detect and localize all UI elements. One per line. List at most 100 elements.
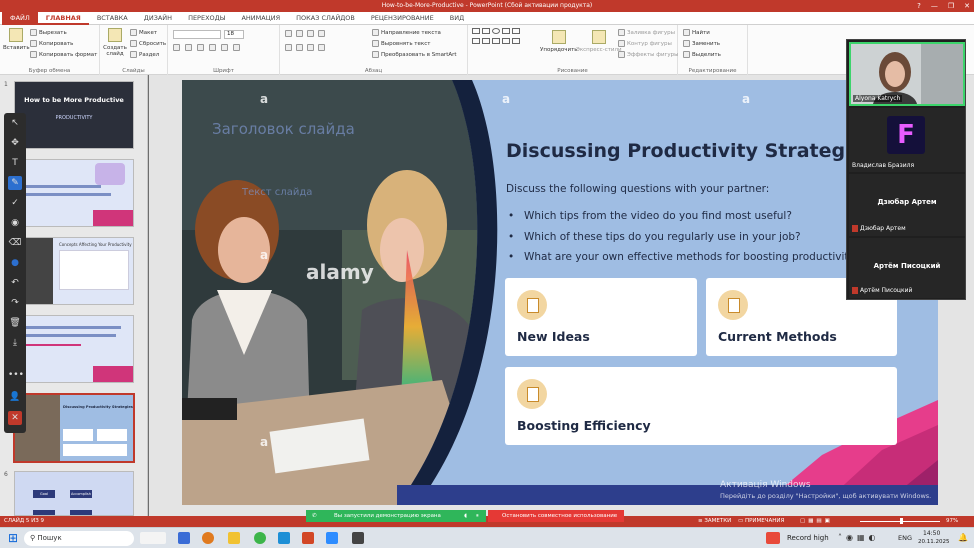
widget-icon[interactable]	[140, 532, 166, 544]
align-text-button[interactable]: Выровнять текст	[372, 40, 430, 47]
tab-home[interactable]: ГЛАВНАЯ	[37, 12, 89, 25]
paste-button[interactable]: Вставить	[3, 28, 30, 51]
chrome-icon[interactable]	[254, 532, 266, 544]
tab-slideshow[interactable]: ПОКАЗ СЛАЙДОВ	[288, 12, 363, 25]
pause-icon[interactable]: ⏸	[476, 510, 479, 522]
shape-star-icon[interactable]	[492, 38, 500, 44]
align-center-icon[interactable]	[296, 44, 303, 51]
font-family-select[interactable]	[173, 30, 221, 39]
close-annotation-icon[interactable]: ✕	[8, 411, 22, 425]
firefox-icon[interactable]	[202, 532, 214, 544]
slide-thumbnail-3[interactable]: Concepts Affecting Your Productivity	[14, 237, 134, 305]
font-color-icon[interactable]	[233, 44, 240, 51]
indent-icon[interactable]	[307, 30, 314, 37]
shape-effects-button[interactable]: Эффекты фигуры	[618, 51, 679, 58]
more-icon[interactable]: •••	[8, 368, 24, 382]
zoom-app-icon[interactable]	[326, 532, 338, 544]
participant-tile-active[interactable]: Alyona Katrych	[849, 42, 965, 106]
shape-more-icon[interactable]	[512, 38, 520, 44]
redo-icon[interactable]: ↷	[8, 296, 22, 310]
text-direction-button[interactable]: Направление текста	[372, 29, 441, 36]
download-icon[interactable]: ⤓	[8, 336, 22, 350]
strikethrough-icon[interactable]	[209, 44, 216, 51]
bold-icon[interactable]	[173, 44, 180, 51]
restore-icon[interactable]: ❐	[948, 0, 954, 12]
shape-triangle-icon[interactable]	[502, 28, 510, 34]
folder-icon[interactable]	[228, 532, 240, 544]
comments-button[interactable]: ▭ ПРИМЕЧАНИЯ	[738, 518, 784, 524]
layout-button[interactable]: Макет	[130, 29, 157, 36]
eraser-icon[interactable]: ⌫	[8, 236, 22, 250]
minimize-icon[interactable]: —	[931, 0, 938, 12]
slide-thumbnail-1[interactable]: How to be More Productive PRODUCTIVITY	[14, 81, 134, 149]
tab-design[interactable]: ДИЗАЙН	[136, 12, 180, 25]
cut-button[interactable]: Вырезать	[30, 29, 67, 36]
underline-icon[interactable]	[197, 44, 204, 51]
tab-transitions[interactable]: ПЕРЕХОДЫ	[180, 12, 233, 25]
shape-outline-button[interactable]: Контур фигуры	[618, 40, 672, 47]
reset-button[interactable]: Сбросить	[130, 40, 166, 47]
participant-tile[interactable]: Артём Писоцкий Артём Писоцкий	[849, 238, 965, 298]
audio-icon[interactable]: ◖	[464, 510, 467, 522]
replace-button[interactable]: Заменить	[683, 40, 720, 47]
user-annotate-icon[interactable]: 👤	[8, 390, 22, 404]
view-buttons[interactable]: ▢▦▤▣	[800, 518, 833, 524]
participant-tile[interactable]: F Владислав Бразиля	[849, 108, 965, 172]
numbering-icon[interactable]	[296, 30, 303, 37]
clock-time[interactable]: 14:50	[923, 530, 940, 537]
slide-title[interactable]: Discussing Productivity Strategies	[506, 140, 876, 162]
current-slide[interactable]: Заголовок слайда Текст слайда alamy a a …	[182, 80, 938, 505]
slide-bullet-list[interactable]: Which tips from the video do you find mo…	[508, 210, 881, 272]
smartart-button[interactable]: Преобразовать в SmartArt	[372, 51, 457, 58]
trash-icon[interactable]: 🗑	[8, 316, 22, 330]
help-icon[interactable]: ?	[917, 0, 921, 12]
zoom-level[interactable]: 97%	[946, 518, 958, 524]
powerpoint-icon[interactable]	[302, 532, 314, 544]
shape-arrow-icon[interactable]	[512, 28, 520, 34]
card-new-ideas[interactable]: New Ideas	[505, 278, 697, 356]
align-left-icon[interactable]	[285, 44, 292, 51]
shape-line-icon[interactable]	[472, 28, 480, 34]
tab-view[interactable]: ВИД	[442, 12, 472, 25]
quick-styles-button[interactable]: Экспресс-стили	[576, 30, 622, 53]
language-indicator[interactable]: ENG	[898, 534, 912, 542]
check-icon[interactable]: ✓	[8, 196, 22, 210]
font-size-select[interactable]: 18	[224, 30, 244, 39]
news-ticker[interactable]: Record high	[787, 534, 829, 542]
copy-button[interactable]: Копировать	[30, 40, 73, 47]
move-icon[interactable]: ✥	[8, 136, 22, 150]
outdent-icon[interactable]	[318, 30, 325, 37]
pen-icon[interactable]: ✎	[8, 176, 22, 190]
text-tool-icon[interactable]: T	[8, 156, 22, 170]
slide-intro-text[interactable]: Discuss the following questions with you…	[506, 183, 769, 195]
tab-insert[interactable]: ВСТАВКА	[89, 12, 136, 25]
zoom-slider-thumb[interactable]	[900, 518, 903, 524]
italic-icon[interactable]	[185, 44, 192, 51]
notification-icon[interactable]: 🔔	[958, 533, 968, 542]
stop-sharing-button[interactable]: Остановить совместное использование	[488, 510, 624, 522]
tray-icons[interactable]: ˄◉▦◐	[838, 533, 880, 542]
card-boosting-efficiency[interactable]: Boosting Efficiency	[505, 367, 897, 445]
shape-oval-icon[interactable]	[492, 28, 500, 34]
format-painter-button[interactable]: Копировать формат	[30, 51, 97, 58]
tab-review[interactable]: РЕЦЕНЗИРОВАНИЕ	[363, 12, 442, 25]
justify-icon[interactable]	[318, 44, 325, 51]
undo-icon[interactable]: ↶	[8, 276, 22, 290]
edge-icon[interactable]	[278, 532, 290, 544]
close-icon[interactable]: ✕	[964, 0, 970, 12]
shadow-icon[interactable]	[221, 44, 228, 51]
section-button[interactable]: Раздел	[130, 51, 159, 58]
tab-animations[interactable]: АНИМАЦИЯ	[233, 12, 288, 25]
color-picker-icon[interactable]: ●	[8, 256, 22, 270]
bullets-icon[interactable]	[285, 30, 292, 37]
slide-thumbnail-6[interactable]: Goal Accomplish	[14, 471, 134, 516]
select-button[interactable]: Выделить	[683, 51, 721, 58]
windows-start-icon[interactable]: ⊞	[8, 531, 18, 545]
arrange-button[interactable]: Упорядочить	[540, 30, 578, 53]
new-slide-button[interactable]: Создать слайд	[103, 28, 127, 57]
slide-thumbnail-5-selected[interactable]: Discussing Productivity Strategies	[13, 393, 135, 463]
pointer-icon[interactable]: ↖	[8, 116, 22, 130]
slide-thumbnail-4[interactable]	[14, 315, 134, 383]
shape-callout-icon[interactable]	[502, 38, 510, 44]
tab-file[interactable]: ФАЙЛ	[2, 11, 38, 25]
